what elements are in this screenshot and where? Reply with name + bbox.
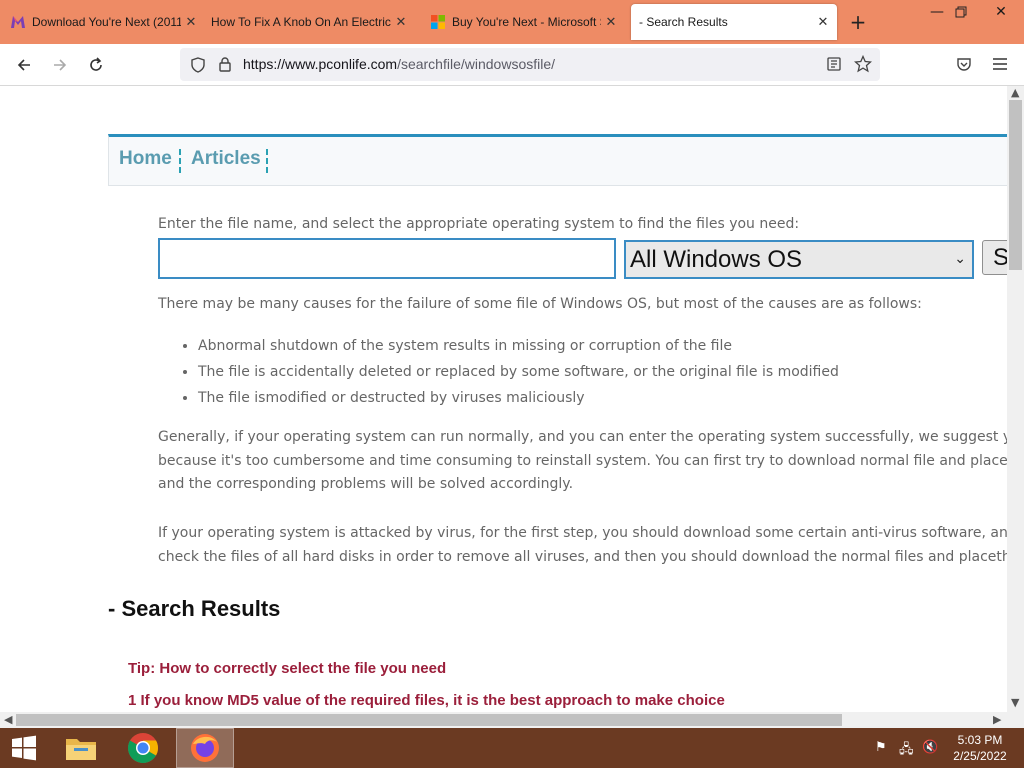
tab-title: How To Fix A Knob On An Electric bbox=[211, 15, 391, 29]
url-text[interactable]: https://www.pconlife.com/searchfile/wind… bbox=[243, 56, 555, 72]
scroll-up-icon[interactable]: ▲ bbox=[1011, 86, 1019, 99]
close-tab-icon[interactable]: ✕ bbox=[391, 14, 411, 30]
tab-title: Buy You're Next - Microsoft Store bbox=[452, 15, 601, 29]
page-viewport: Home Articles Enter the file name, and s… bbox=[0, 86, 1007, 712]
paragraph-line: and the corresponding problems will be s… bbox=[158, 476, 574, 492]
movies-m-icon bbox=[11, 16, 25, 28]
tab-microsoft-store[interactable]: Buy You're Next - Microsoft Store ✕ bbox=[420, 0, 625, 44]
search-instructions: Enter the file name, and select the appr… bbox=[158, 216, 800, 232]
pocket-icon[interactable] bbox=[956, 56, 972, 72]
close-tab-icon[interactable]: ✕ bbox=[601, 14, 621, 30]
firefox-icon[interactable] bbox=[176, 728, 234, 768]
tab-search-results[interactable]: - Search Results ✕ bbox=[631, 4, 837, 40]
windows-taskbar: ⚑ 🖧 🔇 5:03 PM 2/25/2022 bbox=[0, 728, 1024, 768]
paragraph-line: Generally, if your operating system can … bbox=[158, 429, 1007, 445]
search-results-heading: - Search Results bbox=[108, 596, 281, 621]
network-icon[interactable]: 🖧 bbox=[899, 740, 914, 762]
close-tab-icon[interactable]: ✕ bbox=[181, 14, 201, 30]
scroll-down-icon[interactable]: ▼ bbox=[1011, 696, 1019, 709]
file-name-search-input[interactable] bbox=[158, 238, 616, 279]
tab-strip: Download You're Next (2011) ✕ How To Fix… bbox=[0, 0, 1024, 44]
search-button[interactable]: S bbox=[982, 240, 1007, 275]
microsoft-logo-icon bbox=[431, 15, 445, 29]
reload-icon[interactable] bbox=[83, 52, 109, 78]
scroll-right-icon[interactable]: ▶ bbox=[993, 713, 1001, 726]
window-close-icon[interactable]: ✕ bbox=[984, 0, 1018, 24]
scrollbar-corner bbox=[1007, 712, 1024, 728]
back-arrow-icon[interactable] bbox=[11, 52, 37, 78]
paragraph-line: because it's too cumbersome and time con… bbox=[158, 453, 1007, 469]
system-clock[interactable]: 5:03 PM 2/25/2022 bbox=[948, 732, 1012, 764]
chrome-icon[interactable] bbox=[114, 728, 172, 768]
tab-title: - Search Results bbox=[639, 15, 728, 29]
tab-fix-knob[interactable]: How To Fix A Knob On An Electric ✕ bbox=[205, 0, 415, 44]
tab-download-youre-next[interactable]: Download You're Next (2011) ✕ bbox=[0, 0, 205, 44]
chevron-down-icon: ⌄ bbox=[954, 251, 966, 267]
causes-intro: There may be many causes for the failure… bbox=[158, 296, 922, 312]
file-explorer-icon[interactable] bbox=[52, 728, 110, 768]
navigation-toolbar: https://www.pconlife.com/searchfile/wind… bbox=[0, 44, 1024, 86]
vertical-scrollbar[interactable]: ▲ ▼ bbox=[1007, 86, 1024, 712]
close-tab-icon[interactable]: ✕ bbox=[813, 14, 833, 30]
restore-icon[interactable] bbox=[944, 0, 978, 24]
vertical-scroll-thumb[interactable] bbox=[1009, 100, 1022, 270]
scroll-left-icon[interactable]: ◀ bbox=[4, 713, 12, 726]
nav-separator bbox=[179, 149, 181, 173]
list-item: Abnormal shutdown of the system results … bbox=[198, 336, 839, 362]
reader-view-icon[interactable] bbox=[826, 56, 842, 72]
clock-time: 5:03 PM bbox=[957, 733, 1003, 747]
volume-muted-icon[interactable]: 🔇 bbox=[922, 740, 938, 755]
action-center-flag-icon[interactable]: ⚑ bbox=[875, 740, 887, 755]
causes-list: Abnormal shutdown of the system results … bbox=[158, 336, 839, 414]
os-selected-value: All Windows OS bbox=[630, 245, 803, 273]
paragraph-line: If your operating system is attacked by … bbox=[158, 525, 1007, 541]
paragraph-line: check the files of all hard disks in ord… bbox=[158, 549, 1007, 565]
nav-home-link[interactable]: Home bbox=[119, 148, 172, 170]
tip-item: 1 If you know MD5 value of the required … bbox=[128, 692, 725, 709]
nav-articles-link[interactable]: Articles bbox=[191, 148, 261, 170]
lock-icon[interactable] bbox=[218, 56, 232, 73]
nav-separator bbox=[266, 149, 268, 173]
forward-arrow-icon[interactable] bbox=[47, 52, 73, 78]
list-item: The file ismodified or destructed by vir… bbox=[198, 388, 839, 414]
tab-title: Download You're Next (2011) bbox=[32, 15, 181, 29]
tip-heading: Tip: How to correctly select the file yo… bbox=[128, 660, 447, 677]
windows-start-icon[interactable] bbox=[0, 728, 48, 768]
address-bar[interactable]: https://www.pconlife.com/searchfile/wind… bbox=[180, 48, 880, 81]
clock-date: 2/25/2022 bbox=[953, 749, 1007, 763]
site-nav-menu: Home Articles bbox=[108, 134, 1007, 186]
hamburger-menu-icon[interactable] bbox=[992, 57, 1008, 71]
horizontal-scrollbar[interactable]: ◀ ▶ bbox=[0, 712, 1007, 728]
bookmark-star-icon[interactable] bbox=[854, 55, 872, 73]
os-select-dropdown[interactable]: All Windows OS ⌄ bbox=[624, 240, 974, 279]
shield-icon[interactable] bbox=[190, 57, 206, 73]
list-item: The file is accidentally deleted or repl… bbox=[198, 362, 839, 388]
new-tab-plus-icon[interactable]: + bbox=[848, 10, 868, 34]
horizontal-scroll-thumb[interactable] bbox=[16, 714, 842, 726]
